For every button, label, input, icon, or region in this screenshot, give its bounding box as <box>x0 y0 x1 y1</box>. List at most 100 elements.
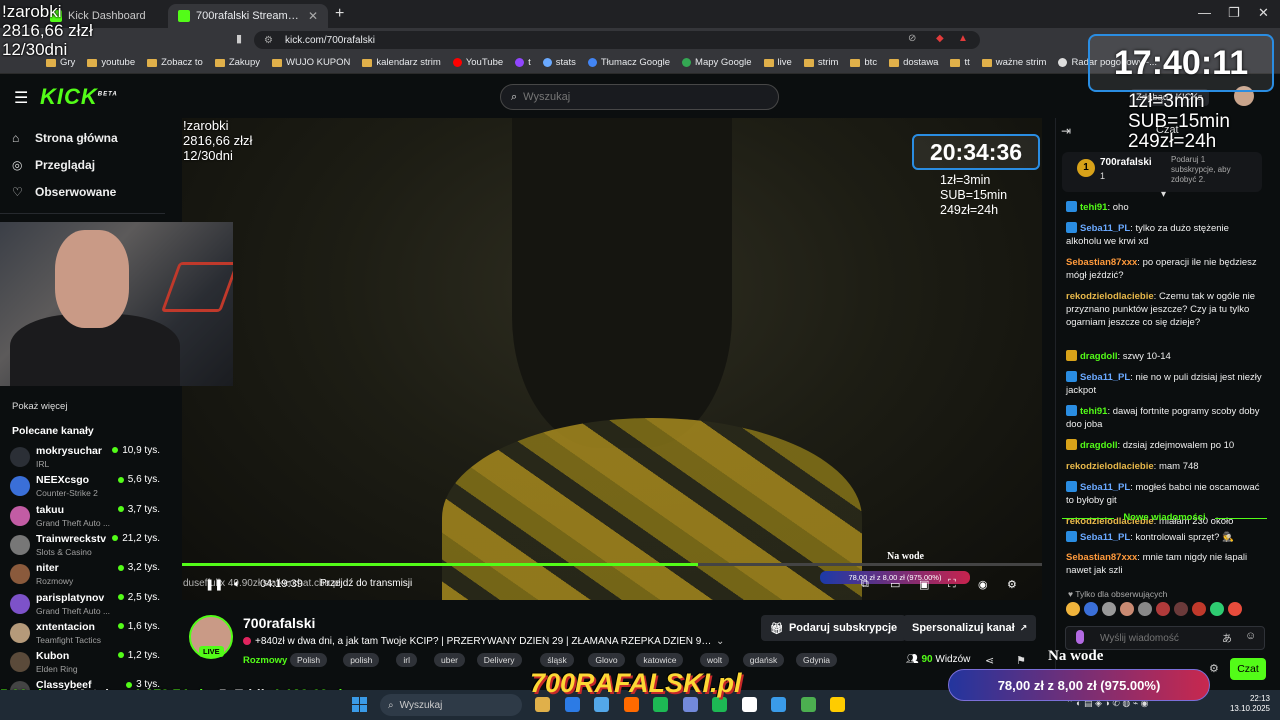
go-live-button[interactable]: Przejdź do transmisji <box>320 578 412 589</box>
new-messages-divider[interactable]: Nowe wiadomości <box>1062 512 1267 524</box>
chat-username[interactable]: Seba11_PL <box>1080 372 1130 383</box>
video-progress-bar[interactable] <box>182 563 1042 566</box>
collapse-chat-icon[interactable]: ⇥ <box>1061 124 1071 138</box>
bookmark-folder[interactable]: tt <box>944 57 975 68</box>
sidebar-item-following[interactable]: ♡ Obserwowane <box>12 185 116 199</box>
share-icon[interactable]: ⋖ <box>985 654 994 667</box>
emote-icon[interactable] <box>1102 602 1116 616</box>
windows-start-icon[interactable] <box>352 697 367 712</box>
chat-message[interactable]: dragdoll: dzsiaj zdejmowalem po 10 <box>1066 439 1266 452</box>
microphone-icon[interactable] <box>1076 630 1084 644</box>
taskbar-app-icon[interactable] <box>594 697 609 712</box>
customize-channel-button[interactable]: Spersonalizuj kanał ↗ <box>903 615 1037 641</box>
recommended-channel[interactable]: takuu Grand Theft Auto ... 3,7 tys. <box>10 504 160 530</box>
bookmark-maps[interactable]: Mapy Google <box>676 57 758 68</box>
emote-bar[interactable] <box>1066 602 1266 616</box>
chat-username[interactable]: rekodzielodlaciebie <box>1066 461 1154 472</box>
taskbar-app-icon[interactable] <box>682 697 698 712</box>
emote-icon[interactable] <box>1084 602 1098 616</box>
clip-icon[interactable]: ⧉ <box>861 578 869 591</box>
recommended-channel[interactable]: Kubon Elden Ring 1,2 tys. <box>10 650 160 676</box>
recommended-channel[interactable]: niter Rozmowy 3,2 tys. <box>10 562 160 588</box>
chat-username[interactable]: rekodzielodlaciebie <box>1066 291 1154 302</box>
chat-message[interactable]: tehi91: oho <box>1066 201 1266 214</box>
taskbar-app-icon[interactable] <box>771 697 786 712</box>
chat-username[interactable]: dragdoll <box>1080 440 1117 451</box>
bookmark-stats[interactable]: stats <box>537 57 582 68</box>
bookmark-folder[interactable]: WUJO KUPON <box>266 57 356 68</box>
bookmark-folder[interactable]: kalendarz strim <box>356 57 446 68</box>
sidebar-item-home[interactable]: ⌂ Strona główna <box>12 131 118 145</box>
bookmark-translate[interactable]: Tłumacz Google <box>582 57 676 68</box>
bookmark-folder[interactable]: Zobacz to <box>141 57 209 68</box>
eye-off-icon[interactable]: ⊘ <box>908 33 916 44</box>
theater-icon[interactable]: ▭ <box>890 578 900 591</box>
chat-message[interactable]: tehi91: dawaj fortnite pogramy scoby dob… <box>1066 405 1266 431</box>
emote-icon[interactable] <box>1210 602 1224 616</box>
menu-icon[interactable]: ☰ <box>14 88 28 108</box>
recommended-channel[interactable]: NEEXcsgo Counter-Strike 2 5,6 tys. <box>10 474 160 500</box>
follow-user-icon[interactable]: ⚑ <box>1016 654 1026 667</box>
new-tab-button[interactable]: + <box>335 5 344 23</box>
speed-icon[interactable]: ◉ <box>978 578 988 591</box>
chat-message[interactable]: rekodzielodlaciebie: Czemu tak w ogóle n… <box>1066 290 1266 329</box>
chevron-down-icon[interactable]: ⌄ <box>716 636 724 647</box>
chat-username[interactable]: Sebastian87xxx <box>1066 552 1137 563</box>
taskbar-app-icon[interactable] <box>800 697 816 712</box>
translate-icon[interactable]: あ <box>1222 630 1232 645</box>
emote-icon[interactable] <box>1228 602 1242 616</box>
chat-message[interactable]: dragdoll: szwy 10-14 <box>1066 350 1266 363</box>
brave-shield-icon[interactable]: ◆ <box>936 33 944 44</box>
emote-icon[interactable] <box>1138 602 1152 616</box>
stream-category[interactable]: Rozmowy <box>243 655 287 666</box>
show-more-link[interactable]: Pokaż więcej <box>12 401 67 412</box>
emoji-icon[interactable]: ☺ <box>1245 630 1256 642</box>
chat-message[interactable]: Seba11_PL: nie no w puli dzisiaj jest ni… <box>1066 371 1266 397</box>
chat-input-box[interactable] <box>1065 626 1265 650</box>
chat-message[interactable]: rekodzielodlaciebie: mam 748 <box>1066 460 1266 473</box>
maximize-button[interactable]: ❐ <box>1228 5 1240 21</box>
gift-subscription-button[interactable]: 🎁︎ Podaruj subskrypcje <box>761 615 907 641</box>
taskbar-app-icon[interactable] <box>535 697 550 712</box>
pip-icon[interactable]: ▣ <box>919 578 929 591</box>
chat-username[interactable]: Seba11_PL <box>1080 223 1130 234</box>
close-window-button[interactable]: ✕ <box>1258 5 1269 21</box>
chat-message[interactable]: Seba11_PL: tylko za dużo stężenie alkoho… <box>1066 222 1266 248</box>
taskbar-clock[interactable]: 22:13 13.10.2025 <box>1222 694 1270 714</box>
search-input[interactable] <box>523 91 744 103</box>
stream-tag[interactable]: gdańsk <box>742 653 785 667</box>
taskbar-app-icon[interactable] <box>830 697 845 712</box>
streamer-name[interactable]: 700rafalski <box>243 615 315 631</box>
bookmark-folder[interactable]: ważne strim <box>976 57 1053 68</box>
emote-icon[interactable] <box>1174 602 1188 616</box>
taskbar-app-icon[interactable] <box>741 697 757 712</box>
volume-icon[interactable]: 🔈︎ <box>234 578 241 591</box>
search-box[interactable]: ⌕ <box>500 84 779 110</box>
chat-username[interactable]: Seba11_PL <box>1080 532 1130 543</box>
chat-username[interactable]: Seba11_PL <box>1080 482 1130 493</box>
address-bar[interactable]: ⚙ kick.com/700rafalski <box>254 31 980 49</box>
pause-icon[interactable]: ❚❚ <box>205 578 223 591</box>
bookmark-folder[interactable]: strim <box>798 57 845 68</box>
bookmark-twitch[interactable]: t <box>509 57 537 68</box>
bookmark-youtube[interactable]: YouTube <box>447 57 509 68</box>
chat-settings-icon[interactable]: ⚙ <box>1209 662 1219 675</box>
chat-message[interactable]: Sebastian87xxx: mnie tam nigdy nie łapal… <box>1066 551 1266 577</box>
minimize-button[interactable]: — <box>1198 5 1211 20</box>
emote-icon[interactable] <box>1192 602 1206 616</box>
brave-rewards-icon[interactable]: ▲ <box>958 33 968 44</box>
chat-username[interactable]: tehi91 <box>1080 202 1107 213</box>
chat-username[interactable]: tehi91 <box>1080 406 1107 417</box>
stream-tag[interactable]: Glovo <box>588 653 625 667</box>
taskbar-app-icon[interactable] <box>564 697 580 712</box>
taskbar-app-icon[interactable] <box>712 697 727 712</box>
stream-tag[interactable]: uber <box>434 653 466 667</box>
expand-icon[interactable]: ▾ <box>1161 189 1166 200</box>
bookmark-folder[interactable]: Zakupy <box>209 57 266 68</box>
tab-700rafalski[interactable]: 700rafalski Stream - Watch Li... ✕ <box>168 4 328 28</box>
emote-icon[interactable] <box>1156 602 1170 616</box>
bookmark-folder[interactable]: btc <box>844 57 883 68</box>
taskbar-search[interactable]: ⌕ Wyszukaj <box>380 694 522 716</box>
chat-username[interactable]: Sebastian87xxx <box>1066 257 1137 268</box>
close-tab-icon[interactable]: ✕ <box>300 9 318 23</box>
